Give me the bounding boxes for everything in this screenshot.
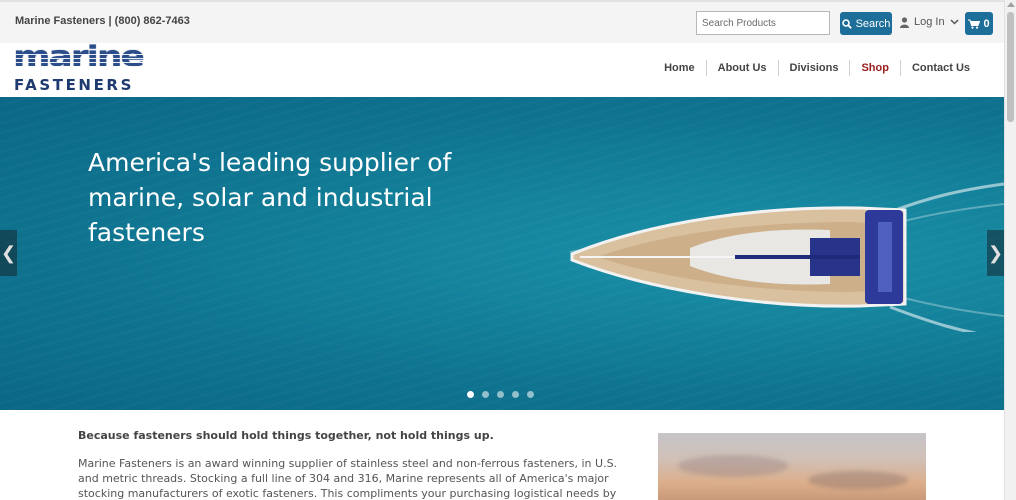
sailboat-image <box>569 182 1004 332</box>
scroll-thumb[interactable] <box>1007 12 1014 122</box>
search-button[interactable]: Search <box>840 12 892 35</box>
search-button-label: Search <box>855 17 891 30</box>
search-input[interactable] <box>696 11 830 35</box>
cart-icon <box>968 19 981 29</box>
cloud-shape <box>678 455 788 477</box>
carousel-dot[interactable] <box>497 391 504 398</box>
cloud-shape <box>808 471 908 489</box>
top-bar: Marine Fasteners | (800) 862-7463 Search… <box>0 0 1004 43</box>
chevron-down-icon <box>950 19 959 25</box>
carousel-prev-button[interactable]: ❮ <box>0 230 17 276</box>
cart-button[interactable]: 0 <box>965 12 993 35</box>
nav-item-divisions[interactable]: Divisions <box>777 60 850 76</box>
cart-count: 0 <box>983 17 990 30</box>
carousel-dot[interactable] <box>527 391 534 398</box>
login-label: Log In <box>914 16 945 28</box>
carousel-indicators <box>467 391 534 398</box>
page-scrollbar[interactable] <box>1004 0 1016 500</box>
sunset-image <box>658 433 926 500</box>
site-logo[interactable]: marine FASTENERS <box>13 42 159 94</box>
hero-title: America's leading supplier of marine, so… <box>88 148 452 247</box>
chevron-right-icon: ❯ <box>987 242 1004 263</box>
content-body: Marine Fasteners is an award winning sup… <box>78 457 618 500</box>
nav-item-shop[interactable]: Shop <box>849 60 900 76</box>
chevron-left-icon: ❮ <box>0 242 17 263</box>
content-tagline: Because fasteners should hold things tog… <box>78 429 494 442</box>
carousel-next-button[interactable]: ❯ <box>987 230 1004 276</box>
hero-carousel: America's leading supplier of marine, so… <box>0 97 1004 410</box>
logo-word-fasteners: FASTENERS <box>14 76 134 94</box>
carousel-dot[interactable] <box>512 391 519 398</box>
nav-item-about-us[interactable]: About Us <box>705 60 778 76</box>
user-icon <box>900 16 909 28</box>
search-icon <box>841 18 852 29</box>
site-header: marine FASTENERS Home About Us Divisions… <box>0 42 1004 97</box>
logo-stripes <box>13 51 159 69</box>
scroll-up-arrow-icon[interactable] <box>1007 2 1015 7</box>
company-phone: Marine Fasteners | (800) 862-7463 <box>15 15 190 27</box>
nav-item-contact-us[interactable]: Contact Us <box>899 60 981 76</box>
carousel-dot[interactable] <box>482 391 489 398</box>
carousel-dot[interactable] <box>467 391 474 398</box>
main-nav: Home About Us Divisions Shop Contact Us <box>653 60 981 76</box>
nav-item-home[interactable]: Home <box>653 60 706 76</box>
login-menu[interactable]: Log In <box>900 16 959 28</box>
